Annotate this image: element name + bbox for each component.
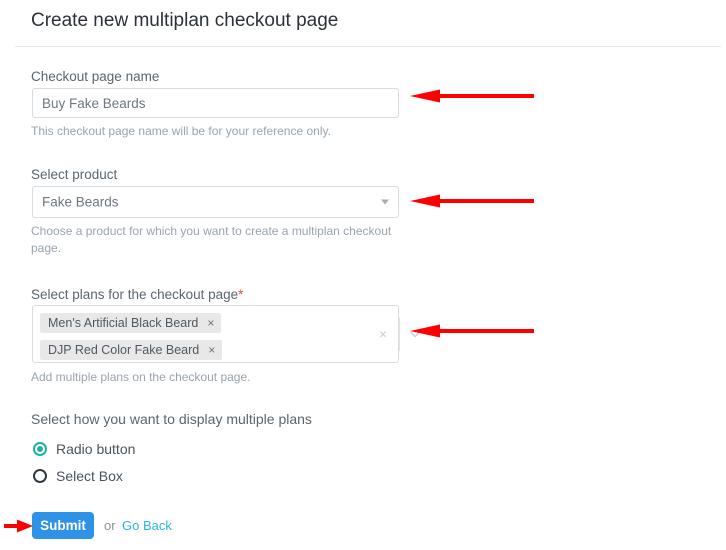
clear-all-icon[interactable]: ×: [376, 327, 390, 341]
annotation-arrow-left-1: [408, 89, 534, 103]
plan-tag[interactable]: Men's Artificial Black Beard ×: [40, 313, 222, 333]
multiselect-divider: [399, 318, 400, 351]
product-label: Select product: [31, 167, 118, 182]
plans-label: Select plans for the checkout page*: [31, 286, 243, 303]
radio-option-select-box[interactable]: Select Box: [33, 468, 123, 484]
plans-multiselect[interactable]: Men's Artificial Black Beard × DJP Red C…: [32, 305, 420, 363]
radio-option-label: Radio button: [56, 441, 136, 457]
radio-selected-icon[interactable]: [33, 442, 47, 456]
product-help: Choose a product for which you want to c…: [31, 224, 392, 255]
page-header: Create new multiplan checkout page: [0, 0, 726, 47]
radio-option-label: Select Box: [56, 468, 123, 484]
plans-tag-list: Men's Artificial Black Beard × DJP Red C…: [40, 313, 360, 367]
plan-tag-remove-icon[interactable]: ×: [208, 344, 215, 356]
plan-tag[interactable]: DJP Red Color Fake Beard ×: [40, 340, 223, 360]
annotation-arrow-left-3: [408, 324, 534, 338]
submit-button[interactable]: Submit: [32, 512, 94, 539]
or-separator-text: or: [104, 518, 116, 533]
product-select[interactable]: Fake Beards: [32, 186, 399, 218]
go-back-link[interactable]: Go Back: [122, 518, 172, 533]
chevron-down-icon: [381, 199, 389, 205]
checkout-name-input[interactable]: [32, 88, 399, 118]
plan-tag-label: DJP Red Color Fake Beard: [48, 343, 200, 357]
required-asterisk: *: [238, 287, 244, 302]
page-title: Create new multiplan checkout page: [31, 10, 339, 31]
annotation-arrow-left-2: [408, 194, 534, 208]
plan-tag-remove-icon[interactable]: ×: [207, 317, 214, 329]
display-mode-label: Select how you want to display multiple …: [31, 411, 312, 427]
plans-label-text: Select plans for the checkout page: [31, 287, 239, 302]
header-divider: [15, 46, 721, 47]
product-select-value: Fake Beards: [42, 194, 119, 210]
annotation-arrow-right-submit: [4, 519, 34, 533]
checkout-name-help: This checkout page name will be for your…: [31, 124, 331, 138]
plans-help: Add multiple plans on the checkout page.: [31, 370, 251, 384]
checkout-name-label: Checkout page name: [31, 69, 160, 84]
chevron-down-icon[interactable]: [408, 327, 422, 341]
plan-tag-label: Men's Artificial Black Beard: [48, 316, 199, 330]
radio-unselected-icon[interactable]: [33, 469, 47, 483]
radio-option-radio-button[interactable]: Radio button: [33, 441, 135, 457]
